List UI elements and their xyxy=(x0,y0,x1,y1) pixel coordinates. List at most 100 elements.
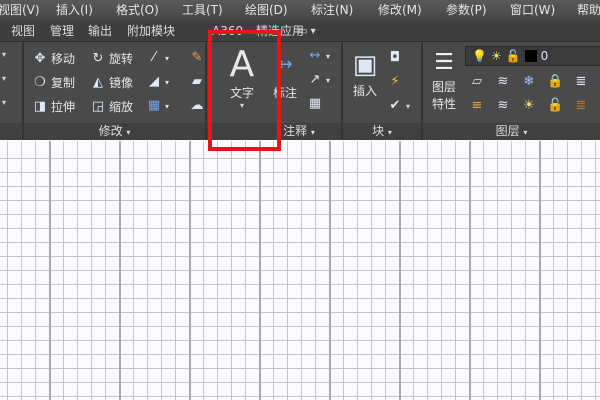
highlight-box xyxy=(208,30,281,151)
rotate-icon: ↻ xyxy=(92,50,104,66)
layer-freeze-icon[interactable]: ❄ xyxy=(521,74,537,90)
block-title: 块 xyxy=(372,124,385,138)
panel-toggle-icon[interactable]: ▭ ▾ xyxy=(298,21,316,42)
dropdown-icon[interactable]: ▾ xyxy=(2,98,6,107)
erase-button[interactable]: ✎ xyxy=(189,50,205,66)
panel-modify: ✥ 移动 ↻ 旋转 ⁄ ▾ ✎ ❍ 复制 ◭ 镜像 ◢ ▾ ▰ ◨ 拉伸 ◲ 缩放 ▦ ▾ ☁ 修… xyxy=(24,42,207,140)
tab-view[interactable]: 视图 xyxy=(11,21,35,42)
scale-label: 缩放 xyxy=(109,100,134,114)
tab-addins[interactable]: 附加模块 xyxy=(127,21,175,42)
edit-block-button[interactable]: ⚡ xyxy=(387,74,403,90)
layer-off-icon[interactable]: ▱ xyxy=(469,74,485,90)
attribute-icon: ✔ xyxy=(389,98,401,113)
layer-match-icon[interactable]: ≣ xyxy=(573,74,589,90)
layer-lock-icon[interactable]: 🔒 xyxy=(547,74,563,90)
panel-layers: ☰ 图层 特性 💡 ☀ 🔓 0 ▱ ≋ ❄ 🔒 ≣ ≡ ≋ ☀ 🔓 ≣ 图层 ▾ xyxy=(423,42,600,140)
scale-button[interactable]: ◲ 缩放 xyxy=(90,98,133,115)
layer-tools-row-1: ▱ ≋ ❄ 🔒 ≣ xyxy=(469,74,589,90)
drawing-canvas[interactable] xyxy=(0,141,600,400)
mirror-label: 镜像 xyxy=(109,76,134,90)
tab-manage[interactable]: 管理 xyxy=(50,21,74,42)
array-button[interactable]: ▦ ▾ xyxy=(146,98,169,114)
mirror-button[interactable]: ◭ 镜像 xyxy=(90,74,133,91)
erase-icon: ✎ xyxy=(191,50,203,65)
offset-icon: ☁ xyxy=(190,98,204,113)
insert-button[interactable]: ▣ 插入 xyxy=(347,48,383,99)
menu-modify[interactable]: 修改(M) xyxy=(378,0,422,21)
tab-output[interactable]: 输出 xyxy=(88,21,112,42)
mirror-icon: ◭ xyxy=(93,74,103,90)
menu-parameters[interactable]: 参数(P) xyxy=(446,0,487,21)
leader-icon: ↗ xyxy=(309,72,321,87)
menu-bar: 视图(V) 插入(I) 格式(O) 工具(T) 绘图(D) 标注(N) 修改(M… xyxy=(0,0,600,21)
sun-icon: ☀ xyxy=(490,49,502,63)
layer-unlock-icon[interactable]: 🔓 xyxy=(547,98,563,114)
table-icon: ▦ xyxy=(308,96,322,111)
scale-icon: ◲ xyxy=(91,98,105,114)
panel-title-block[interactable]: 块 ▾ xyxy=(343,123,421,140)
menu-insert[interactable]: 插入(I) xyxy=(56,0,93,21)
layer-on-icon[interactable]: ≡ xyxy=(469,98,485,114)
linear-dimension-icon: ↔ xyxy=(309,48,321,63)
rotate-button[interactable]: ↻ 旋转 xyxy=(90,50,133,67)
menu-format[interactable]: 格式(O) xyxy=(116,0,159,21)
ribbon-tabs: 视图 管理 输出 附加模块 A360 精选应用 ▭ ▾ xyxy=(0,21,600,42)
layer-properties-label: 图层 xyxy=(431,80,456,94)
dropdown-icon[interactable]: ▾ xyxy=(2,50,6,59)
panel-draw-partial: ▾ ▾ ▾ xyxy=(0,42,24,140)
table-button[interactable]: ▦ xyxy=(307,96,323,112)
explode-button[interactable]: ▰ xyxy=(189,74,205,90)
layer-tools-row-2: ≡ ≋ ☀ 🔓 ≣ xyxy=(469,98,589,114)
stretch-icon: ◨ xyxy=(33,98,47,114)
panel-title-layers[interactable]: 图层 ▾ xyxy=(423,123,600,140)
move-label: 移动 xyxy=(51,52,76,66)
offset-button[interactable]: ☁ xyxy=(189,98,205,114)
layer-dropdown[interactable]: 💡 ☀ 🔓 0 xyxy=(465,46,600,66)
linear-dimension-button[interactable]: ↔ ▾ xyxy=(307,48,330,64)
stretch-button[interactable]: ◨ 拉伸 xyxy=(32,98,75,115)
layer-properties-icon: ☰ xyxy=(434,50,454,75)
layer-properties-button[interactable]: ☰ 图层 特性 xyxy=(427,48,461,112)
menu-tools[interactable]: 工具(T) xyxy=(182,0,223,21)
layer-isolate-icon[interactable]: ≋ xyxy=(495,74,511,90)
layers-title: 图层 xyxy=(495,124,520,138)
menu-draw[interactable]: 绘图(D) xyxy=(245,0,288,21)
menu-dimension[interactable]: 标注(N) xyxy=(311,0,353,21)
annotation-title: 注释 xyxy=(283,124,308,138)
menu-window[interactable]: 窗口(W) xyxy=(510,0,555,21)
move-icon: ✥ xyxy=(34,50,46,66)
layer-walk-icon[interactable]: ≣ xyxy=(573,98,589,114)
current-layer-name: 0 xyxy=(540,49,549,63)
fillet-button[interactable]: ◢ ▾ xyxy=(146,74,169,90)
copy-button[interactable]: ❍ 复制 xyxy=(32,74,75,91)
stretch-label: 拉伸 xyxy=(51,100,76,114)
array-icon: ▦ xyxy=(147,98,161,113)
trim-icon: ⁄ xyxy=(152,50,156,65)
menu-view[interactable]: 视图(V) xyxy=(0,0,40,21)
layer-thaw-icon[interactable]: ☀ xyxy=(521,98,537,114)
insert-block-icon: ▣ xyxy=(352,50,378,80)
menu-help[interactable]: 帮助 xyxy=(577,0,600,21)
layer-unisolate-icon[interactable]: ≋ xyxy=(495,98,511,114)
panel-block: ▣ 插入 ◘ ⚡ ✔ ▾ 块 ▾ xyxy=(343,42,423,140)
attribute-button[interactable]: ✔ ▾ xyxy=(387,98,410,114)
move-button[interactable]: ✥ 移动 xyxy=(32,50,75,67)
fillet-icon: ◢ xyxy=(149,74,159,89)
modify-title: 修改 xyxy=(98,124,123,138)
ribbon: ▾ ▾ ▾ ✥ 移动 ↻ 旋转 ⁄ ▾ ✎ ❍ 复制 ◭ 镜像 ◢ ▾ ▰ ◨ 拉伸 ◲ 缩放 … xyxy=(0,42,600,140)
create-block-icon: ◘ xyxy=(389,50,401,65)
dropdown-icon[interactable]: ▾ xyxy=(2,74,6,83)
panel-title-modify[interactable]: 修改 ▾ xyxy=(24,123,205,140)
unlock-icon: 🔓 xyxy=(505,49,521,63)
explode-icon: ▰ xyxy=(192,74,202,89)
copy-label: 复制 xyxy=(51,76,76,90)
color-swatch xyxy=(524,50,537,62)
layer-properties-label-2: 特性 xyxy=(431,97,456,111)
create-block-button[interactable]: ◘ xyxy=(387,50,403,66)
edit-block-icon: ⚡ xyxy=(390,74,400,89)
lightbulb-icon: 💡 xyxy=(472,49,487,63)
trim-button[interactable]: ⁄ ▾ xyxy=(146,50,169,66)
insert-label: 插入 xyxy=(352,84,377,98)
copy-icon: ❍ xyxy=(34,74,46,90)
leader-button[interactable]: ↗ ▾ xyxy=(307,72,330,88)
